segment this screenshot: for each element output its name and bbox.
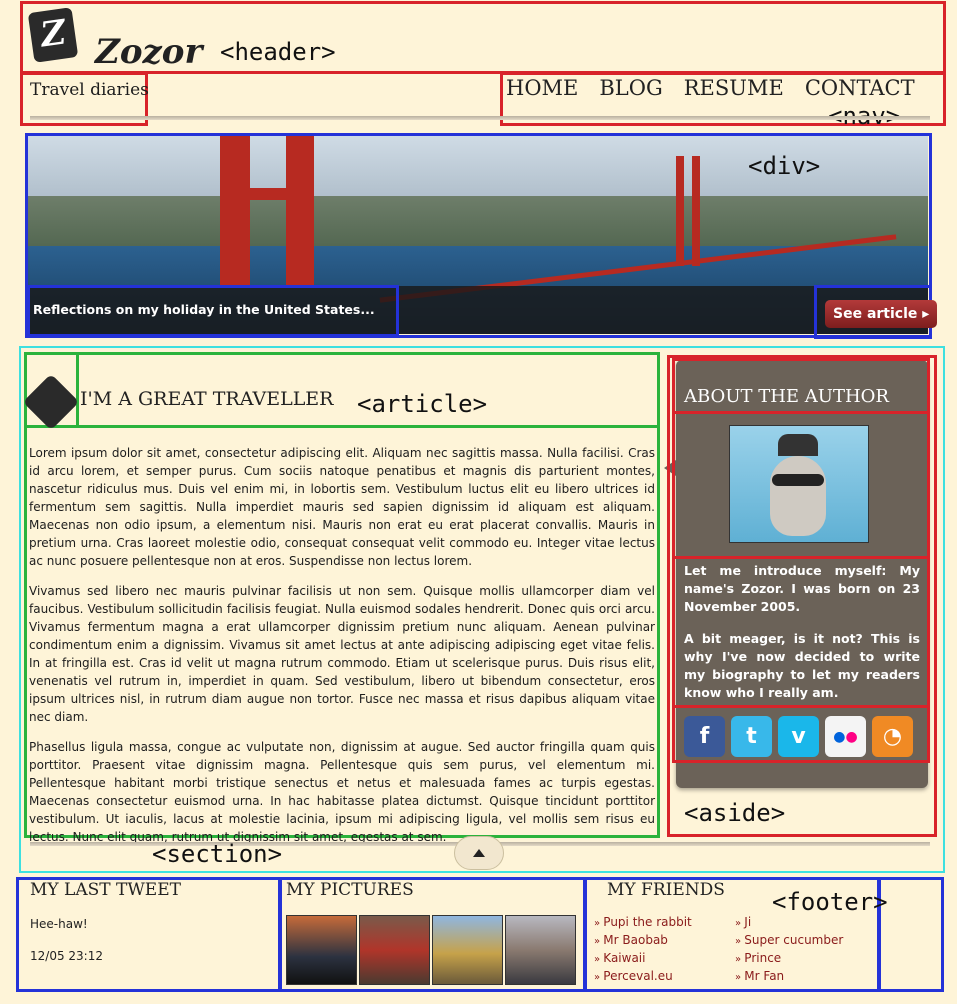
flickr-icon[interactable]: ● ● <box>825 716 866 757</box>
nav-contact[interactable]: CONTACT <box>805 76 915 100</box>
footer-extra-outline <box>878 877 944 992</box>
aside-tag-label: <aside> <box>684 799 786 827</box>
aside-bio: Let me introduce myself: My name's Zozor… <box>684 562 920 716</box>
friends-list-right: Ji Super cucumber Prince Mr Fan <box>735 915 843 983</box>
logo-icon[interactable] <box>27 7 79 63</box>
twitter-icon[interactable]: t <box>731 716 772 757</box>
friend-link[interactable]: Mr Baobab <box>594 933 692 947</box>
arrow-up-icon <box>473 849 485 857</box>
friends-title: MY FRIENDS <box>607 880 725 900</box>
pictures-gallery <box>286 915 576 985</box>
friend-link[interactable]: Perceval.eu <box>594 969 692 983</box>
friends-list-left: Pupi the rabbit Mr Baobab Kaiwaii Percev… <box>594 915 692 983</box>
scroll-top-button[interactable] <box>454 836 504 870</box>
friend-link[interactable]: Mr Fan <box>735 969 843 983</box>
pictures-title: MY PICTURES <box>286 880 414 900</box>
article-title: I'M A GREAT TRAVELLER <box>80 388 334 410</box>
nav-home[interactable]: HOME <box>506 76 578 100</box>
article-paragraph: Lorem ipsum dolor sit amet, consectetur … <box>29 446 655 568</box>
div-tag-label: <div> <box>748 152 821 180</box>
friend-link[interactable]: Prince <box>735 951 843 965</box>
tweet-text: Hee-haw! <box>30 917 88 931</box>
header-tag-label: <header> <box>220 38 336 66</box>
friend-link[interactable]: Pupi the rabbit <box>594 915 691 929</box>
see-article-button[interactable]: See article ▸ <box>825 300 938 328</box>
author-avatar <box>729 425 869 543</box>
article-tag-label: <article> <box>357 390 488 418</box>
friend-link[interactable]: Kaiwaii <box>594 951 692 965</box>
facebook-icon[interactable]: f <box>684 716 725 757</box>
nav-resume[interactable]: RESUME <box>684 76 784 100</box>
tweet-title: MY LAST TWEET <box>30 880 181 900</box>
social-links: f t v ● ● ◔ <box>684 716 913 757</box>
gallery-thumbnail[interactable] <box>505 915 576 985</box>
nav-blog[interactable]: BLOG <box>599 76 662 100</box>
banner-caption: Reflections on my holiday in the United … <box>33 302 375 317</box>
site-subtitle: Travel diaries <box>30 80 149 100</box>
article-body: Lorem ipsum dolor sit amet, consectetur … <box>29 444 655 858</box>
footer-tag-label: <footer> <box>772 888 888 916</box>
main-nav: HOME BLOG RESUME CONTACT <box>506 76 926 100</box>
aside-paragraph: A bit meager, is it not? This is why I'v… <box>684 631 920 700</box>
friend-link[interactable]: Ji <box>735 915 843 929</box>
header-divider <box>30 116 930 120</box>
article-paragraph: Vivamus sed libero nec mauris pulvinar f… <box>29 584 655 724</box>
site-brand[interactable]: Zozor <box>95 32 202 72</box>
section-tag-label: <section> <box>152 840 283 868</box>
gallery-thumbnail[interactable] <box>286 915 357 985</box>
vimeo-icon[interactable]: v <box>778 716 819 757</box>
aside-paragraph: Let me introduce myself: My name's Zozor… <box>684 563 920 614</box>
gallery-thumbnail[interactable] <box>359 915 430 985</box>
rss-icon[interactable]: ◔ <box>872 716 913 757</box>
friend-link[interactable]: Super cucumber <box>735 933 843 947</box>
article-paragraph: Phasellus ligula massa, congue ac vulput… <box>29 740 655 844</box>
tweet-time: 12/05 23:12 <box>30 949 103 963</box>
gallery-thumbnail[interactable] <box>432 915 503 985</box>
aside-title: ABOUT THE AUTHOR <box>684 386 889 407</box>
